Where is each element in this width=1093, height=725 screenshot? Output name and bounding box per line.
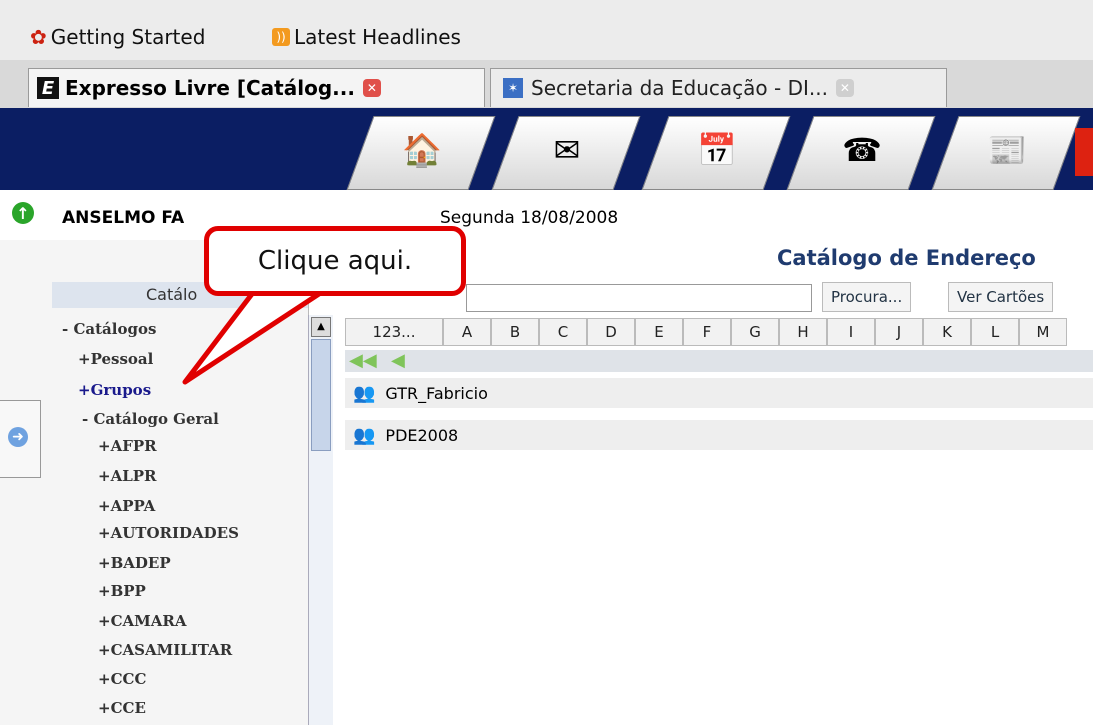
tree-item[interactable]: +CCC xyxy=(98,670,146,688)
search-input[interactable] xyxy=(466,284,812,312)
letter-tab[interactable]: D xyxy=(587,318,635,346)
bookmark-getting-started[interactable]: ✿ Getting Started xyxy=(30,25,205,49)
contacts-button[interactable]: ☎ xyxy=(786,116,936,190)
search-button[interactable]: Procura... xyxy=(822,282,912,312)
pagination-bar: ◀◀ ◀ xyxy=(345,350,1093,372)
tab-secretaria[interactable]: ✶ Secretaria da Educação - DI... ✕ xyxy=(490,68,947,107)
letter-tab[interactable]: M xyxy=(1019,318,1067,346)
tree-item-pessoal[interactable]: +Pessoal xyxy=(78,350,153,368)
current-date: Segunda 18/08/2008 xyxy=(440,208,619,228)
tree-item[interactable]: +AUTORIDADES xyxy=(98,524,239,542)
list-item[interactable]: 👥 GTR_Fabricio xyxy=(345,378,1093,408)
tree-item[interactable]: +BADEP xyxy=(98,554,171,572)
tree-item-grupos[interactable]: +Grupos xyxy=(78,381,151,399)
arrow-right-icon: ➜ xyxy=(8,427,28,447)
tree-item[interactable]: +CASAMILITAR xyxy=(98,641,232,659)
news-icon: 📰 xyxy=(987,131,1028,169)
view-cards-button[interactable]: Ver Cartões xyxy=(948,282,1054,312)
list-item[interactable]: 👥 PDE2008 xyxy=(345,420,1093,450)
site-icon: ✶ xyxy=(503,78,523,98)
letter-e-icon: E xyxy=(37,77,59,99)
calendar-icon: 📅 xyxy=(697,131,738,169)
first-page-icon[interactable]: ◀◀ xyxy=(349,350,377,371)
home-icon: 🏠 xyxy=(402,131,443,169)
phone-icon: ☎ xyxy=(842,131,883,169)
bookmarks-toolbar: ✿ Getting Started )) Latest Headlines xyxy=(0,0,1093,61)
tree-root[interactable]: - Catálogos xyxy=(62,320,156,338)
tree-item[interactable]: +CCE xyxy=(98,699,146,717)
letter-tab[interactable]: I xyxy=(827,318,875,346)
close-icon[interactable]: ✕ xyxy=(362,79,381,97)
sidebar-scrollbar[interactable]: ▲ xyxy=(308,315,333,725)
prev-page-icon[interactable]: ◀ xyxy=(391,350,405,371)
tree-item[interactable]: +APPA xyxy=(98,497,155,515)
group-icon: 👥 xyxy=(353,382,376,404)
tab-expresso-livre[interactable]: E Expresso Livre [Catálog... ✕ xyxy=(28,68,485,107)
firefox-icon: ✿ xyxy=(30,25,47,49)
tab-bar: E Expresso Livre [Catálog... ✕ ✶ Secreta… xyxy=(0,60,1093,109)
letter-tab[interactable]: C xyxy=(539,318,587,346)
scroll-up-arrow-icon[interactable]: ▲ xyxy=(311,317,331,337)
letter-tab[interactable]: A xyxy=(443,318,491,346)
letter-tab[interactable]: K xyxy=(923,318,971,346)
scroll-thumb[interactable] xyxy=(311,339,331,451)
letter-filter-bar: 123... A B C D E F G H I J K L M xyxy=(345,318,1093,346)
mail-button[interactable]: ✉ xyxy=(491,116,641,190)
tree-item[interactable]: +CAMARA xyxy=(98,612,187,630)
tree-item-geral[interactable]: - Catálogo Geral xyxy=(82,410,219,428)
main-content: Catálogo de Endereço xyxy=(333,240,1093,725)
letter-tab[interactable]: E xyxy=(635,318,683,346)
tree-item[interactable]: +AFPR xyxy=(98,437,157,455)
rss-icon: )) xyxy=(272,28,290,46)
letter-tab[interactable]: B xyxy=(491,318,539,346)
mail-icon: ✉ xyxy=(553,131,581,169)
calendar-button[interactable]: 📅 xyxy=(641,116,791,190)
app-navbar: 🏠 ✉ 📅 ☎ 📰 xyxy=(0,108,1093,190)
news-button[interactable]: 📰 xyxy=(931,116,1081,190)
bookmark-latest-headlines[interactable]: )) Latest Headlines xyxy=(272,25,461,49)
letter-tab[interactable]: J xyxy=(875,318,923,346)
close-icon[interactable]: ✕ xyxy=(835,79,854,97)
tree-item[interactable]: +ALPR xyxy=(98,467,157,485)
exit-icon[interactable] xyxy=(1075,128,1093,176)
letter-tab[interactable]: F xyxy=(683,318,731,346)
user-name: ANSELMO FA xyxy=(62,208,185,228)
letter-tab[interactable]: G xyxy=(731,318,779,346)
group-icon: 👥 xyxy=(353,424,376,446)
letter-tab[interactable]: H xyxy=(779,318,827,346)
letter-tab[interactable]: L xyxy=(971,318,1019,346)
tree-item[interactable]: +BPP xyxy=(98,582,146,600)
expand-panel-handle[interactable]: ➜ xyxy=(0,400,41,478)
callout-bubble: Clique aqui. xyxy=(204,226,466,296)
info-bar: ↑ ANSELMO FA Segunda 18/08/2008 xyxy=(0,196,1093,236)
page-title: Catálogo de Endereço xyxy=(777,246,1036,270)
up-arrow-icon[interactable]: ↑ xyxy=(12,202,34,224)
letter-tab[interactable]: 123... xyxy=(345,318,443,346)
home-button[interactable]: 🏠 xyxy=(346,116,496,190)
